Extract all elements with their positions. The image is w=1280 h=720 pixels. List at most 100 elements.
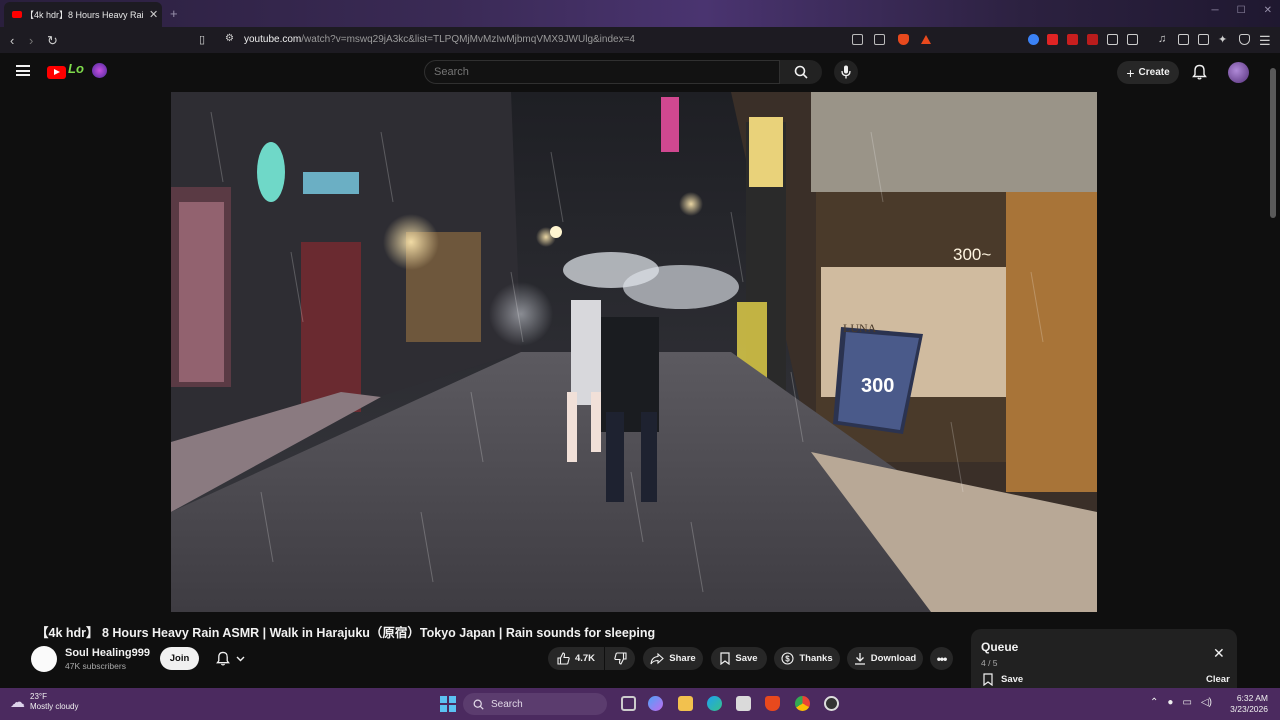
obs-icon[interactable] <box>824 696 839 711</box>
close-window-icon[interactable]: ✕ <box>1264 5 1272 16</box>
share-arrow-icon <box>650 652 665 664</box>
taskbar-clock[interactable]: 6:32 AM 3/23/2026 <box>1226 693 1268 715</box>
video-player[interactable]: 300 300~ LUNA <box>171 92 1097 612</box>
voice-search-button[interactable] <box>834 60 858 84</box>
doodle-ornament-icon <box>92 63 107 78</box>
queue-title: Queue <box>981 640 1019 654</box>
forward-icon[interactable]: › <box>29 33 33 48</box>
channel-avatar[interactable] <box>31 646 57 672</box>
guide-menu-icon[interactable] <box>16 65 30 76</box>
tray-volume-icon[interactable]: ◁) <box>1201 697 1212 708</box>
file-explorer-icon[interactable] <box>678 696 693 711</box>
brave-rewards-icon[interactable] <box>921 35 931 44</box>
video-title: 【4k hdr】 8 Hours Heavy Rain ASMR | Walk … <box>36 626 656 640</box>
menu-icon[interactable]: ☰ <box>1259 33 1271 49</box>
like-count: 4.7K <box>574 653 596 664</box>
address-bar[interactable]: youtube.com/watch?v=mswq29jA3kc&list=TLP… <box>244 34 635 45</box>
tray-microphone-icon[interactable]: ● <box>1167 697 1173 708</box>
super-thanks-icon: $ <box>781 652 794 665</box>
screenshot-icon[interactable] <box>1127 34 1138 45</box>
account-avatar[interactable] <box>1228 62 1249 83</box>
url-domain: youtube.com <box>244 34 302 45</box>
wall-price: 300~ <box>953 245 991 264</box>
task-view-icon[interactable] <box>621 696 636 711</box>
create-label: Create <box>1138 67 1170 78</box>
minimize-icon[interactable]: ─ <box>1212 5 1219 16</box>
clock-date: 3/23/2026 <box>1230 704 1268 714</box>
share-button[interactable]: Share <box>643 647 703 670</box>
extension-red-icon[interactable] <box>1067 34 1078 45</box>
browser-tab[interactable]: 【4k hdr】8 Hours Heavy Rain ✕ <box>4 2 162 27</box>
bookmark-save-icon <box>983 673 993 686</box>
youtube-favicon-icon <box>12 11 22 18</box>
vpn-icon[interactable] <box>1239 34 1250 45</box>
tab-close-icon[interactable]: ✕ <box>149 8 158 21</box>
download-label: Download <box>870 653 917 664</box>
brave-shield-icon[interactable] <box>898 34 909 45</box>
svg-text:$: $ <box>786 654 791 663</box>
search-button[interactable] <box>780 60 822 84</box>
page-scrollbar[interactable] <box>1270 68 1276 218</box>
channel-name[interactable]: Soul Healing999 <box>65 647 150 659</box>
like-button[interactable]: 4.7K <box>548 647 604 670</box>
weather-condition: Mostly cloudy <box>30 702 79 711</box>
leo-ai-icon[interactable]: ✦ <box>1218 33 1227 46</box>
cast-icon[interactable] <box>852 34 863 45</box>
share-label: Share <box>669 653 696 664</box>
create-button[interactable]: + Create <box>1117 61 1179 84</box>
join-button[interactable]: Join <box>160 647 199 670</box>
extension-youtube-icon[interactable] <box>1047 34 1058 45</box>
media-icon[interactable]: ♫ <box>1158 33 1166 45</box>
more-actions-button[interactable]: ••• <box>930 647 953 670</box>
save-label: Save <box>735 653 758 664</box>
microphone-icon <box>841 65 851 79</box>
youtube-logo-icon[interactable] <box>47 66 66 79</box>
start-icon[interactable] <box>440 696 456 712</box>
queue-close-icon[interactable]: ✕ <box>1213 645 1225 662</box>
reload-icon[interactable]: ↻ <box>47 33 58 49</box>
taskbar-search-label: Search <box>491 698 523 710</box>
edge-icon[interactable] <box>707 696 722 711</box>
notifications-button[interactable] <box>1192 64 1207 85</box>
taskbar-search[interactable]: Search <box>463 693 607 715</box>
back-icon[interactable]: ‹ <box>10 33 14 48</box>
system-tray[interactable]: ⌃ ● ▭ ◁) <box>1150 697 1212 708</box>
sign-price: 300 <box>861 375 894 397</box>
video-frame: 300 300~ LUNA <box>171 92 1097 612</box>
tray-chevron-up-icon[interactable]: ⌃ <box>1150 697 1158 708</box>
search-input[interactable] <box>424 60 780 84</box>
chevron-down-icon <box>236 656 244 661</box>
save-button[interactable]: Save <box>711 647 767 670</box>
thanks-button[interactable]: $ Thanks <box>774 647 840 670</box>
queue-clear-button[interactable]: Clear <box>1206 674 1230 685</box>
extensions-puzzle-icon[interactable] <box>1107 34 1118 45</box>
brave-browser-icon[interactable] <box>765 696 780 711</box>
url-path: /watch?v=mswq29jA3kc&list=TLPQMjMvMzIwMj… <box>301 34 635 45</box>
download-button[interactable]: Download <box>847 647 923 670</box>
bookmark-icon[interactable]: ▯ <box>199 33 205 46</box>
extension-red2-icon[interactable] <box>1087 34 1098 45</box>
tray-network-icon[interactable]: ▭ <box>1182 697 1191 708</box>
store-icon[interactable] <box>736 696 751 711</box>
queue-save-button[interactable]: Save <box>983 673 1023 686</box>
sidebar-icon[interactable] <box>1178 34 1189 45</box>
copilot-icon[interactable] <box>648 696 663 711</box>
bell-icon <box>1192 64 1207 80</box>
subscription-notifications-button[interactable] <box>207 647 253 670</box>
site-info-icon[interactable]: ⚙ <box>225 33 234 44</box>
maximize-icon[interactable]: ☐ <box>1237 5 1246 16</box>
chrome-icon[interactable] <box>795 696 810 711</box>
dislike-button[interactable] <box>605 647 635 670</box>
search-icon <box>794 65 808 79</box>
youtube-doodle-icon[interactable]: Lo <box>68 61 84 76</box>
extension-blue-icon[interactable] <box>1028 34 1039 45</box>
taskbar <box>0 688 1280 720</box>
wallet-icon[interactable] <box>1198 34 1209 45</box>
bookmark-save-icon <box>720 652 731 665</box>
search-icon <box>473 699 484 710</box>
new-tab-button[interactable]: + <box>170 6 178 21</box>
weather-widget[interactable]: ☁ 23°F Mostly cloudy <box>10 692 78 712</box>
queue-position: 4 / 5 <box>981 658 998 668</box>
shop-name: LUNA <box>843 321 877 335</box>
share-page-icon[interactable] <box>874 34 885 45</box>
